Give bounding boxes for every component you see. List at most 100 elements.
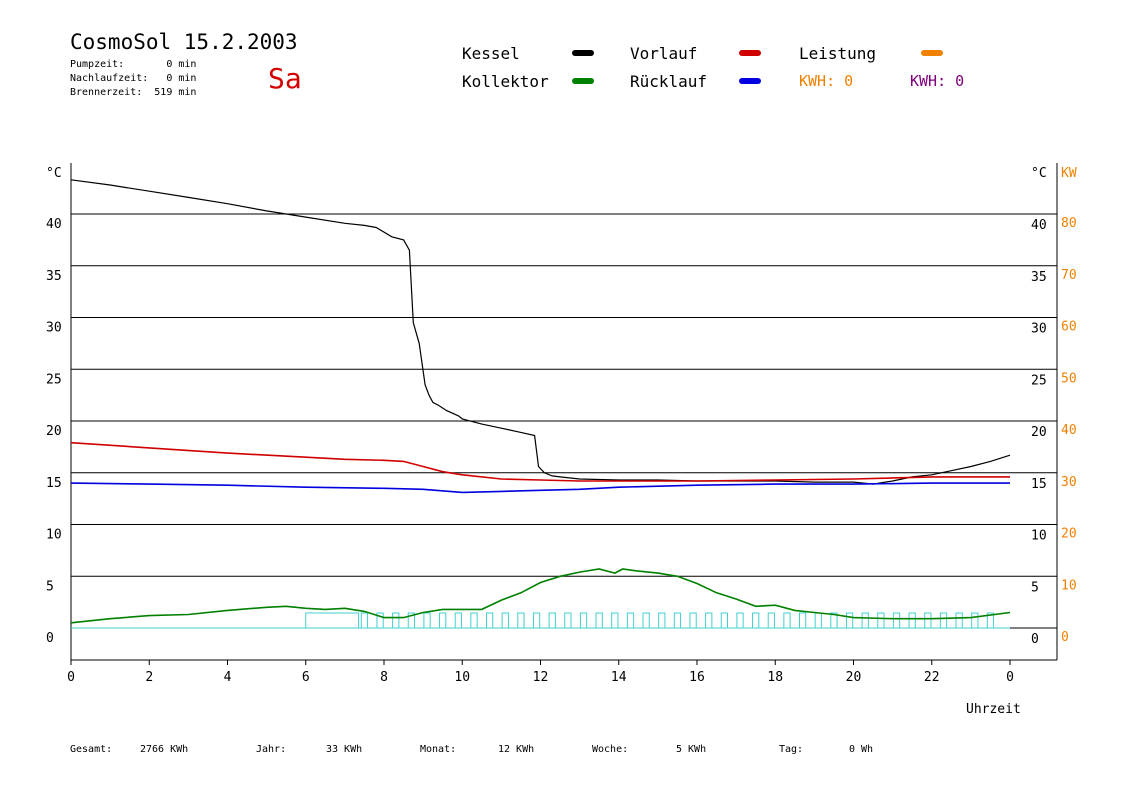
pump-block xyxy=(439,612,447,629)
kessel-line xyxy=(70,179,1011,485)
x-tick-22: 22 xyxy=(924,670,940,685)
ruecklauf-line xyxy=(70,482,1010,494)
y2-tick-0: 0 xyxy=(1061,630,1069,645)
x-tick-24: 0 xyxy=(1006,670,1014,685)
legend-leistung-swatch xyxy=(921,50,943,56)
pump-block xyxy=(611,612,619,629)
monat-value: 12 KWh xyxy=(498,744,535,755)
temperature-chart: 0 0 05 5 1010 10 2015 15 3020 20 4025 25 5030 30 6035 3… xyxy=(46,163,1077,685)
x-tick-4: 4 xyxy=(224,670,232,685)
pump-block xyxy=(845,612,854,629)
pump-block xyxy=(595,612,603,629)
legend-ruecklauf: Rücklauf xyxy=(630,72,708,91)
y-tick-right-35: 35 xyxy=(1031,270,1047,285)
pump-block xyxy=(548,612,556,629)
x-tick-2: 2 xyxy=(145,670,153,685)
pump-block xyxy=(752,612,760,629)
woche-label: Woche: xyxy=(592,744,629,755)
y2-tick-20: 40 xyxy=(1061,423,1077,438)
pump-block xyxy=(486,612,494,629)
pump-block xyxy=(517,612,525,629)
y-tick-left-25: 25 xyxy=(46,372,62,387)
y2-tick-15: 30 xyxy=(1061,475,1077,490)
y2-tick-40: 80 xyxy=(1061,216,1077,231)
x-axis-label: Uhrzeit xyxy=(966,702,1021,717)
pump-block xyxy=(939,612,948,629)
y-tick-right-40: 40 xyxy=(1031,218,1047,233)
page-title: CosmoSol 15.2.2003 xyxy=(70,30,298,54)
pump-block xyxy=(736,612,744,629)
pump-block xyxy=(908,612,916,629)
pump-block xyxy=(454,612,462,629)
y-tick-right-25: 25 xyxy=(1031,373,1047,388)
pump-block xyxy=(360,612,369,629)
pump-block xyxy=(642,612,650,629)
y-tick-left-15: 15 xyxy=(46,476,62,491)
weekday-label: Sa xyxy=(268,62,302,95)
pump-block xyxy=(532,612,541,629)
x-tick-8: 8 xyxy=(380,670,388,685)
pump-block xyxy=(626,612,635,629)
pump-block xyxy=(305,612,360,629)
pump-block xyxy=(814,612,822,629)
y2-tick-30: 60 xyxy=(1061,320,1077,335)
y-axis-unit-right: °C xyxy=(1031,166,1047,181)
pump-block xyxy=(924,612,932,629)
y-tick-left-20: 20 xyxy=(46,424,62,439)
vorlauf-line xyxy=(70,441,1010,482)
nachlaufzeit-label: Nachlaufzeit: 0 min xyxy=(70,73,197,84)
legend-kollektor-swatch xyxy=(572,78,594,84)
pump-block xyxy=(579,612,588,629)
pump-block xyxy=(501,612,509,629)
gesamt-value: 2766 KWh xyxy=(140,744,189,755)
pump-block xyxy=(673,612,682,629)
y2-tick-10: 20 xyxy=(1061,527,1077,542)
x-tick-18: 18 xyxy=(767,670,783,685)
pump-block xyxy=(783,612,791,629)
pump-block xyxy=(877,612,885,629)
legend-vorlauf-swatch xyxy=(739,50,761,56)
kollektor-line xyxy=(70,568,1011,624)
x-tick-0: 0 xyxy=(67,670,75,685)
y-tick-left-40: 40 xyxy=(46,217,62,232)
pump-block xyxy=(720,612,729,629)
x-tick-6: 6 xyxy=(302,670,310,685)
pump-block xyxy=(971,612,979,629)
pump-block xyxy=(767,612,775,629)
pump-block xyxy=(705,612,713,629)
tag-label: Tag: xyxy=(779,744,804,755)
legend-kessel: Kessel xyxy=(462,44,520,63)
x-tick-10: 10 xyxy=(454,670,470,685)
x-tick-14: 14 xyxy=(611,670,627,685)
y-tick-right-30: 30 xyxy=(1031,322,1047,337)
y-tick-right-15: 15 xyxy=(1031,477,1047,492)
jahr-value: 33 KWh xyxy=(326,744,363,755)
pump-block xyxy=(470,612,478,629)
tag-value: 0 Wh xyxy=(849,744,874,755)
pump-block xyxy=(689,612,697,629)
legend-kessel-swatch xyxy=(572,50,594,56)
pump-block xyxy=(799,612,807,629)
pumpzeit-label: Pumpzeit: 0 min xyxy=(70,59,197,70)
x-tick-16: 16 xyxy=(689,670,705,685)
pump-block xyxy=(861,612,869,629)
x-tick-12: 12 xyxy=(533,670,549,685)
y-tick-left-10: 10 xyxy=(46,528,62,543)
y-tick-left-5: 5 xyxy=(46,579,54,594)
pump-block xyxy=(423,612,431,629)
monat-label: Monat: xyxy=(420,744,457,755)
legend-leistung: Leistung xyxy=(799,44,877,63)
y-tick-right-5: 5 xyxy=(1031,580,1039,595)
pump-block xyxy=(658,612,666,629)
woche-value: 5 KWh xyxy=(676,744,707,755)
pump-block xyxy=(892,612,901,629)
jahr-label: Jahr: xyxy=(256,744,287,755)
gesamt-label: Gesamt: xyxy=(70,744,113,755)
y-tick-left-30: 30 xyxy=(46,321,62,336)
pump-block xyxy=(564,612,572,629)
y-tick-right-10: 10 xyxy=(1031,529,1047,544)
pump-block xyxy=(392,612,400,629)
brennerzeit-label: Brennerzeit: 519 min xyxy=(70,87,197,98)
y-tick-left-35: 35 xyxy=(46,269,62,284)
y-tick-left-0: 0 xyxy=(46,631,54,646)
